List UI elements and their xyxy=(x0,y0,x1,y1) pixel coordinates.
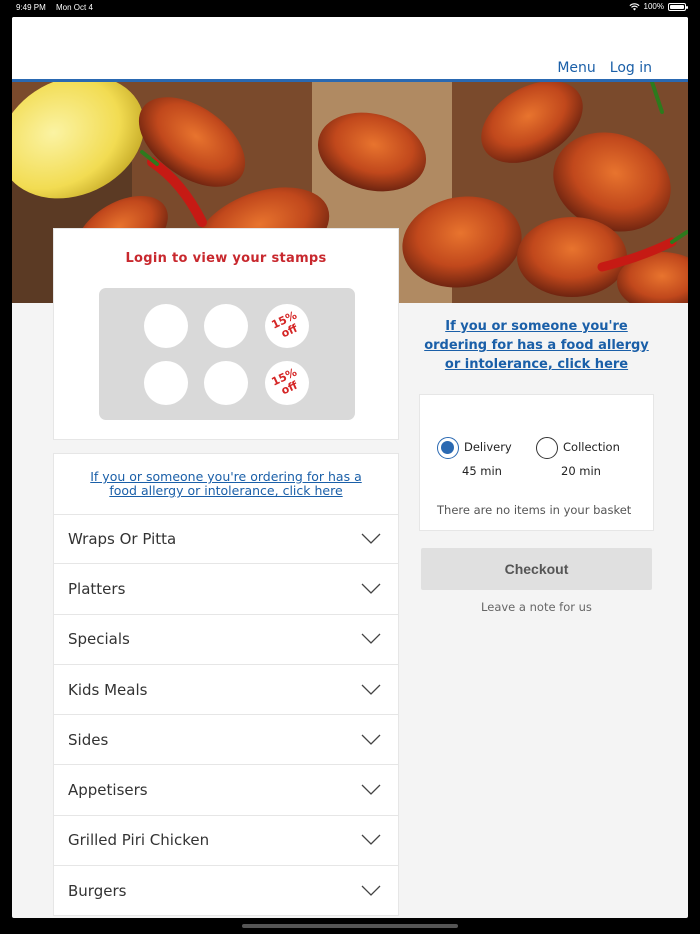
collection-time: 20 min xyxy=(561,464,601,478)
status-date: Mon Oct 4 xyxy=(56,3,93,12)
wifi-icon xyxy=(629,2,640,11)
menu-categories: Wraps Or Pitta Platters Specials Kids Me… xyxy=(53,514,399,917)
loyalty-stamp-card[interactable]: Login to view your stamps 15% off 15% of… xyxy=(53,228,399,440)
delivery-radio[interactable] xyxy=(437,437,459,459)
chevron-down-icon xyxy=(361,533,381,545)
chevron-down-icon xyxy=(361,885,381,896)
category-grilled-piri-chicken[interactable]: Grilled Piri Chicken xyxy=(53,815,399,867)
category-label: Kids Meals xyxy=(68,680,148,699)
delivery-label: Delivery xyxy=(464,440,512,454)
stamp-offer: 15% off xyxy=(265,361,309,405)
collection-label: Collection xyxy=(563,440,620,454)
stamps-login-title[interactable]: Login to view your stamps xyxy=(54,251,398,266)
chevron-down-icon xyxy=(361,784,381,796)
nav-login-link[interactable]: Log in xyxy=(610,60,652,76)
category-label: Platters xyxy=(68,579,126,598)
stamp-offer: 15% off xyxy=(265,304,309,348)
basket-empty-message: There are no items in your basket xyxy=(437,503,632,517)
site-header: Menu Log in xyxy=(12,17,688,79)
category-specials[interactable]: Specials xyxy=(53,614,399,665)
stamp-grid: 15% off 15% off xyxy=(99,288,355,420)
chevron-down-icon xyxy=(361,834,381,846)
status-bar: 9:49 PM Mon Oct 4 100% xyxy=(0,0,700,16)
status-time: 9:49 PM xyxy=(16,3,46,12)
allergy-link-sidebar[interactable]: If you or someone you're ordering for ha… xyxy=(424,319,649,372)
chevron-down-icon xyxy=(361,734,381,745)
collection-radio[interactable] xyxy=(536,437,558,459)
chevron-down-icon xyxy=(361,684,381,695)
order-type-box: Delivery 45 min Collection 20 min There … xyxy=(419,394,654,531)
category-platters[interactable]: Platters xyxy=(53,564,399,615)
stamp-slot xyxy=(144,304,188,348)
allergy-notice-box: If you or someone you're ordering for ha… xyxy=(53,453,399,515)
status-right: 100% xyxy=(629,2,688,11)
home-indicator xyxy=(242,924,458,928)
category-burgers[interactable]: Burgers xyxy=(53,866,399,917)
category-wraps-or-pitta[interactable]: Wraps Or Pitta xyxy=(53,514,399,565)
app-viewport: Menu Log in Login to view your stamps 15… xyxy=(12,17,688,918)
nav-menu-link[interactable]: Menu xyxy=(557,60,595,76)
header-nav: Menu Log in xyxy=(557,60,652,76)
device-frame: 9:49 PM Mon Oct 4 100% Menu Log in Login… xyxy=(0,0,700,934)
category-sides[interactable]: Sides xyxy=(53,715,399,766)
checkout-button[interactable]: Checkout xyxy=(421,548,652,590)
category-kids-meals[interactable]: Kids Meals xyxy=(53,664,399,716)
category-label: Specials xyxy=(68,630,130,649)
chevron-down-icon xyxy=(361,583,381,594)
stamp-slot xyxy=(204,304,248,348)
category-appetisers[interactable]: Appetisers xyxy=(53,765,399,816)
allergy-link[interactable]: If you or someone you're ordering for ha… xyxy=(76,470,376,498)
delivery-time: 45 min xyxy=(462,464,502,478)
category-label: Burgers xyxy=(68,881,127,900)
allergy-notice-sidebar: If you or someone you're ordering for ha… xyxy=(424,315,649,372)
battery-percent: 100% xyxy=(643,2,664,11)
category-label: Sides xyxy=(68,730,109,749)
stamp-slot xyxy=(144,361,188,405)
category-label: Wraps Or Pitta xyxy=(68,530,177,549)
battery-icon xyxy=(668,2,688,11)
category-label: Grilled Piri Chicken xyxy=(68,831,210,850)
stamp-slot xyxy=(204,361,248,405)
leave-note-link[interactable]: Leave a note for us xyxy=(421,600,652,614)
category-label: Appetisers xyxy=(68,781,148,800)
chevron-down-icon xyxy=(361,633,381,645)
